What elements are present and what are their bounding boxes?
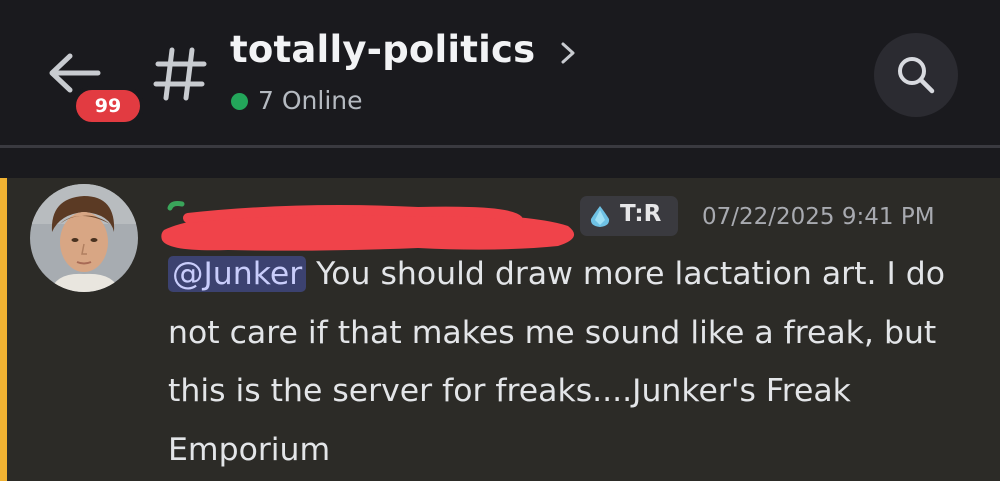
message-item[interactable]: T:R 07/22/2025 9:41 PM @Junker You shoul…	[0, 178, 1000, 481]
role-tag[interactable]: T:R	[580, 196, 678, 236]
mention-highlight-bar	[0, 178, 7, 481]
droplet-icon	[588, 204, 612, 228]
header-divider	[0, 145, 1000, 148]
online-status-dot	[231, 93, 248, 110]
online-count: 7 Online	[258, 86, 363, 115]
avatar[interactable]	[30, 184, 138, 292]
message-content: @Junker You should draw more lactation a…	[168, 245, 978, 479]
unread-badge: 99	[72, 86, 144, 126]
user-mention[interactable]: @Junker	[168, 256, 307, 292]
channel-header: 99 totally-politics 7 Online	[0, 0, 1000, 145]
search-icon	[898, 57, 935, 94]
chevron-right-icon[interactable]	[558, 38, 580, 68]
hash-icon	[152, 44, 208, 104]
search-button[interactable]	[874, 33, 958, 117]
channel-title[interactable]: totally-politics	[230, 28, 535, 71]
role-tag-label: T:R	[620, 201, 662, 227]
message-timestamp: 07/22/2025 9:41 PM	[702, 204, 935, 230]
